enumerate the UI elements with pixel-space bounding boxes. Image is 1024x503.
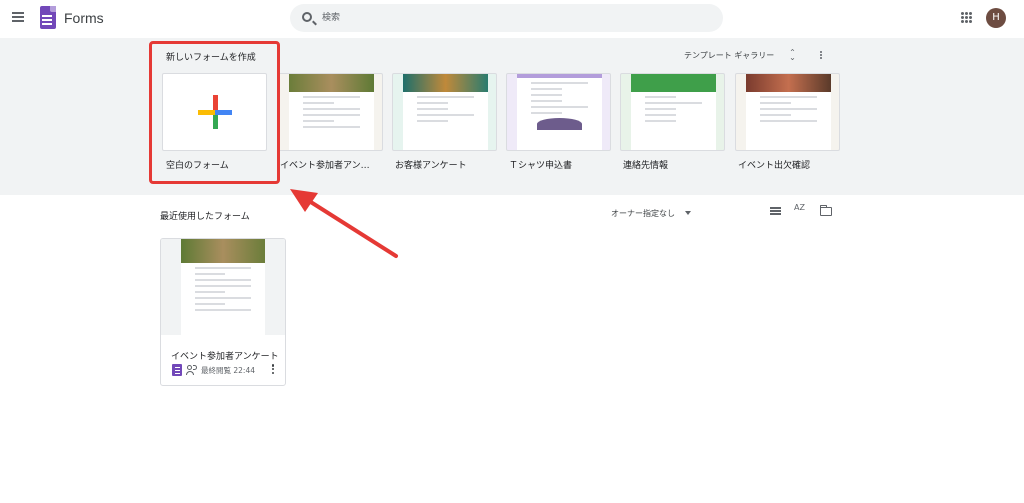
colorful-plus-icon: [198, 95, 232, 129]
gallery-more-options-icon[interactable]: [819, 51, 823, 61]
template-customer-feedback[interactable]: [392, 73, 497, 151]
recent-forms-heading: 最近使用したフォーム: [160, 212, 250, 222]
template-label[interactable]: 空白のフォーム: [166, 158, 281, 171]
template-label[interactable]: Ｔシャツ申込書: [509, 158, 624, 171]
template-thumbnail: [746, 74, 831, 150]
form-thumbnail-page: [181, 239, 265, 335]
template-label[interactable]: 連絡先情報: [623, 158, 738, 171]
forms-logo-icon[interactable]: [40, 6, 56, 29]
template-thumbnail: [289, 74, 374, 150]
unfold-more-icon[interactable]: ⌃ ⌄: [789, 49, 796, 62]
template-event-feedback[interactable]: [278, 73, 383, 151]
search-bar[interactable]: [290, 4, 723, 32]
folder-icon[interactable]: [820, 205, 832, 216]
forms-file-icon: [172, 364, 182, 376]
template-label[interactable]: イベント出欠確認: [738, 158, 853, 171]
top-app-bar: Forms H: [0, 0, 1024, 38]
template-event-rsvp[interactable]: [735, 73, 840, 151]
last-opened-timestamp: 最終閲覧 22:44: [201, 366, 255, 375]
template-thumbnail: [631, 74, 716, 150]
template-thumbnail: [403, 74, 488, 150]
app-title[interactable]: Forms: [64, 10, 104, 26]
list-view-icon[interactable]: [770, 207, 781, 216]
search-input[interactable]: [322, 9, 702, 27]
shared-people-icon: [186, 365, 198, 375]
form-thumbnail: [161, 239, 285, 335]
sort-az-icon[interactable]: AZ: [794, 204, 805, 212]
template-blank-form[interactable]: [162, 73, 267, 151]
google-apps-icon[interactable]: [961, 12, 972, 23]
dropdown-caret-icon[interactable]: [685, 211, 691, 215]
card-more-options-icon[interactable]: [271, 364, 275, 376]
account-avatar[interactable]: H: [986, 8, 1006, 28]
recent-form-title[interactable]: イベント参加者アンケート: [171, 349, 279, 362]
new-form-heading: 新しいフォームを作成: [166, 53, 256, 63]
template-thumbnail: [517, 74, 602, 150]
template-label[interactable]: お客様アンケート: [395, 158, 510, 171]
template-tshirt-signup[interactable]: [506, 73, 611, 151]
template-contact-info[interactable]: [620, 73, 725, 151]
template-gallery-button[interactable]: テンプレート ギャラリー: [684, 50, 774, 61]
recent-form-card[interactable]: イベント参加者アンケート 最終閲覧 22:44: [160, 238, 286, 386]
template-label[interactable]: イベント参加者アンケート: [280, 158, 376, 171]
search-icon[interactable]: [302, 12, 312, 22]
hamburger-menu-icon[interactable]: [12, 12, 24, 22]
owner-filter-dropdown[interactable]: オーナー指定なし: [611, 208, 675, 219]
template-gallery: 新しいフォームを作成 テンプレート ギャラリー ⌃ ⌄ 空白のフォーム イベント参…: [0, 38, 1024, 195]
